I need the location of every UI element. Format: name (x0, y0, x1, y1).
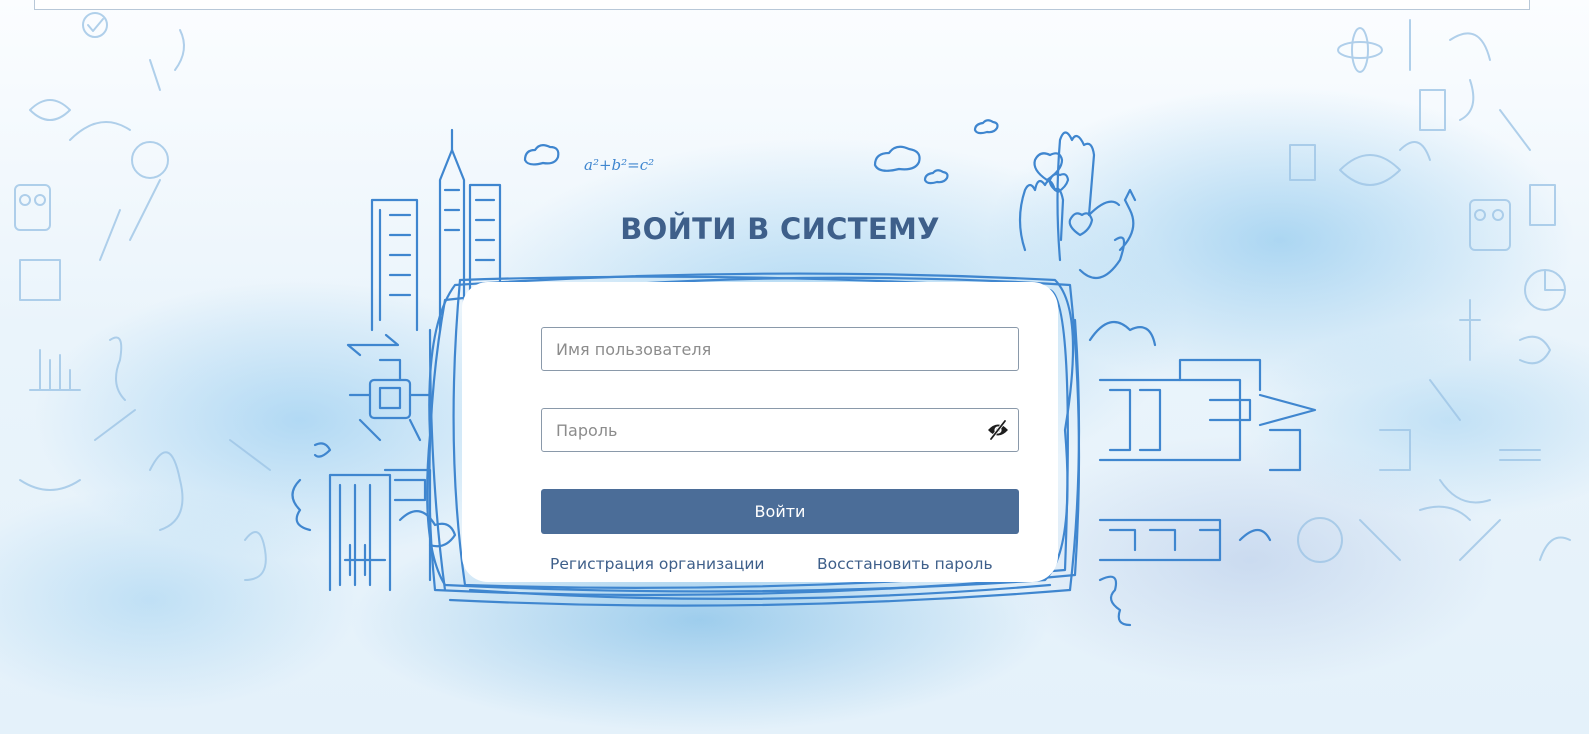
eye-slash-icon[interactable] (985, 418, 1011, 442)
eye-slash-icon-graphic (988, 419, 1008, 441)
register-organization-link[interactable]: Регистрация организации (550, 555, 764, 573)
background-doodles-right (1289, 19, 1571, 563)
login-button[interactable]: Войти (541, 489, 1019, 534)
username-input[interactable] (541, 327, 1019, 371)
restore-password-link[interactable]: Восстановить пароль (817, 555, 993, 573)
password-field-wrapper (541, 408, 1019, 452)
password-input[interactable] (541, 408, 1019, 452)
background-doodles-left (14, 12, 271, 581)
formula-doodle: a²+b²=c² (584, 156, 654, 174)
page-title: ВОЙТИ В СИСТЕМУ (620, 212, 940, 246)
